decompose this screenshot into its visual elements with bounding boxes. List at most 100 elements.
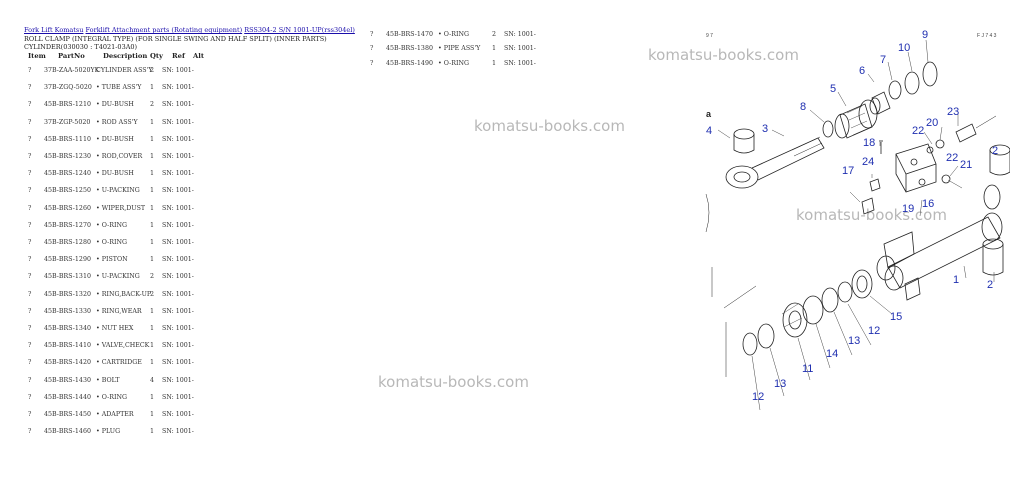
callout-20: 20 bbox=[926, 117, 938, 129]
callout-16: 16 bbox=[922, 198, 934, 210]
cell-ref: SN: 1001- bbox=[162, 135, 194, 143]
cell-item: ? bbox=[28, 239, 32, 246]
part-10-wiper bbox=[904, 71, 920, 95]
callout-17: 17 bbox=[842, 165, 854, 177]
cell-ref: SN: 1001- bbox=[162, 376, 194, 384]
part-13-packing-2 bbox=[757, 323, 775, 349]
cell-desc: • ROD,COVER bbox=[96, 153, 143, 160]
callout-23: 23 bbox=[947, 106, 959, 118]
cell-desc: • O-RING bbox=[96, 239, 128, 246]
cell-desc: • DU-BUSH bbox=[96, 135, 134, 143]
cell-partno: 45B-BRS-1430 bbox=[44, 376, 91, 384]
cell-qty: 1 bbox=[150, 170, 155, 178]
cell-qty: 1 bbox=[150, 187, 155, 195]
cell-partno: 45B-BRS-1260 bbox=[44, 204, 91, 212]
callout-13-left: 13 bbox=[774, 378, 786, 390]
part-rod-eye bbox=[725, 165, 759, 189]
part-7-packing bbox=[888, 80, 902, 100]
cell-partno: 45B-BRS-1470 bbox=[386, 31, 433, 38]
cell-item: ? bbox=[28, 307, 32, 315]
cell-ref: SN: 1001- bbox=[162, 239, 194, 246]
callout-12-right: 12 bbox=[868, 325, 880, 337]
cell-qty: 1 bbox=[492, 45, 497, 53]
cell-desc: • RING,BACK-UP bbox=[96, 290, 152, 298]
callout-3: 3 bbox=[762, 123, 768, 135]
cell-qty: 1 bbox=[150, 342, 155, 350]
breadcrumb-link-model[interactable]: RSS304-2 S/N 1001-UP(rss304el) bbox=[244, 26, 355, 34]
cell-partno: 37B-ZGP-5020 bbox=[44, 118, 91, 126]
breadcrumb-link-forklift[interactable]: Fork Lift Komatsu bbox=[24, 26, 83, 34]
part-24-bolt bbox=[869, 178, 881, 192]
callout-labels: 1 2 2 3 4 5 6 7 8 9 10 11 12 12 12 13 13… bbox=[706, 29, 998, 403]
part-3-rod bbox=[751, 137, 825, 181]
breadcrumb-link-attachment[interactable]: Forklift Attachment parts (Rotating equi… bbox=[86, 26, 243, 34]
callout-21: 21 bbox=[960, 159, 972, 171]
cell-qty: 1 bbox=[150, 428, 155, 436]
part-22-oring-lower bbox=[941, 174, 951, 184]
page-title-line-2: CYLINDER(030030 : T4021-03A0) bbox=[24, 43, 138, 51]
cell-qty: 1 bbox=[150, 256, 155, 264]
cell-desc: • RING,WEAR bbox=[96, 307, 142, 315]
cell-desc: • WIPER,DUST bbox=[96, 204, 146, 212]
callout-1: 1 bbox=[953, 274, 959, 286]
cell-ref: SN: 1001- bbox=[162, 428, 194, 436]
cell-qty: 1 bbox=[150, 204, 155, 212]
part-6-bush bbox=[871, 91, 891, 115]
cell-item: ? bbox=[28, 428, 32, 436]
cell-desc: • ADAPTER bbox=[96, 411, 134, 418]
cell-desc: • BOLT bbox=[96, 376, 120, 384]
header-description: Description bbox=[103, 52, 148, 60]
callout-24: 24 bbox=[862, 156, 874, 168]
cell-item: ? bbox=[28, 204, 32, 212]
cell-ref: SN: 1001- bbox=[162, 256, 194, 264]
cell-ref: SN: 1001- bbox=[162, 290, 194, 298]
callout-8: 8 bbox=[800, 101, 806, 113]
cell-partno: 45B-BRS-1280 bbox=[44, 239, 91, 246]
callout-13: 13 bbox=[848, 335, 860, 347]
cell-desc: • O-RING bbox=[438, 59, 470, 67]
cell-qty: 1 bbox=[492, 59, 497, 67]
cell-partno: 45B-BRS-1110 bbox=[44, 135, 91, 143]
cell-partno: 45B-BRS-1270 bbox=[44, 221, 91, 229]
cell-desc: • PLUG bbox=[96, 428, 121, 436]
cell-item: ? bbox=[28, 153, 32, 160]
cell-ref: SN: 1001- bbox=[162, 153, 194, 160]
cell-partno: 45B-BRS-1210 bbox=[44, 101, 91, 109]
cell-ref: SN: 1001- bbox=[162, 187, 194, 195]
cell-item: ? bbox=[370, 31, 374, 38]
cell-desc: • ROD ASS'Y bbox=[96, 118, 138, 126]
cell-desc: • O-RING bbox=[96, 393, 128, 401]
part-5-rod-cover bbox=[839, 103, 873, 139]
cell-item: ? bbox=[28, 411, 32, 418]
callout-10: 10 bbox=[898, 42, 910, 54]
cell-qty: 2 bbox=[150, 273, 155, 281]
header-ref: Ref bbox=[172, 52, 185, 60]
cell-qty: 2 bbox=[150, 67, 155, 74]
cell-qty: 1 bbox=[150, 84, 155, 92]
cell-ref: SN: 1001- bbox=[162, 393, 194, 401]
header-qty: Qty bbox=[150, 52, 164, 60]
cell-qty: 1 bbox=[150, 393, 155, 401]
diagram-corner-left: 9 7 bbox=[706, 33, 713, 39]
cell-ref: SN: 1001- bbox=[504, 59, 536, 67]
cell-item: ? bbox=[28, 101, 32, 109]
cell-ref: SN: 1001- bbox=[162, 325, 194, 332]
watermark: komatsu-books.com bbox=[474, 117, 625, 135]
cell-partno: 45B-BRS-1410 bbox=[44, 342, 91, 350]
cell-ref: SN: 1001- bbox=[162, 307, 194, 315]
callout-2-top: 2 bbox=[992, 145, 998, 157]
callout-18: 18 bbox=[863, 137, 875, 149]
callout-11: 11 bbox=[802, 363, 813, 375]
cell-ref: SN: 1001- bbox=[162, 342, 194, 350]
callout-22-lower: 22 bbox=[946, 152, 958, 164]
cell-desc: • PIPE ASS'Y bbox=[438, 45, 481, 53]
cell-ref: SN: 1001- bbox=[162, 170, 194, 178]
cell-item: ? bbox=[370, 59, 374, 67]
cell-ref: SN: 1001- bbox=[162, 359, 194, 367]
header-alt: Alt bbox=[193, 52, 204, 60]
cell-item: ? bbox=[28, 325, 32, 332]
watermark: komatsu-books.com bbox=[378, 373, 529, 391]
cell-qty: 1 bbox=[150, 135, 155, 143]
part-4-bushing-top bbox=[733, 128, 755, 140]
cell-ref: SN: 1001- bbox=[162, 204, 194, 212]
